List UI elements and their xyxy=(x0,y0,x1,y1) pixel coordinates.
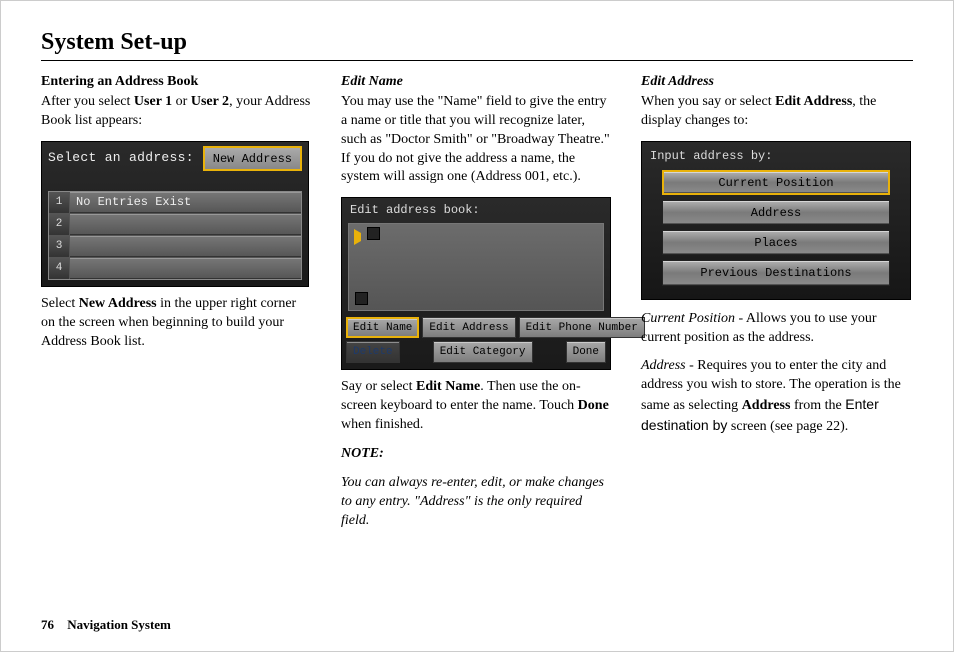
address-button[interactable]: Address xyxy=(662,200,890,225)
ss1-header: Select an address: New Address xyxy=(42,142,308,175)
page-title: System Set-up xyxy=(41,29,913,56)
col1-heading: Entering an Address Book xyxy=(41,73,313,92)
ss1-body: 1 No Entries Exist 2 3 4 xyxy=(42,191,308,286)
note-body: You can always re-enter, edit, or make c… xyxy=(341,474,613,531)
col3-current-position: Current Position - Allows you to use you… xyxy=(641,310,913,348)
col1-intro: After you select User 1 or User 2, your … xyxy=(41,93,313,131)
current-position-button[interactable]: Current Position xyxy=(662,170,890,195)
edit-phone-button[interactable]: Edit Phone Number xyxy=(519,317,645,339)
edit-address-button[interactable]: Edit Address xyxy=(422,317,515,339)
list-item[interactable]: 4 xyxy=(49,257,301,279)
col3-address: Address - Requires you to enter the city… xyxy=(641,357,913,437)
col2-after: Say or select Edit Name. Then use the on… xyxy=(341,378,613,435)
ss2-preview-area xyxy=(348,223,604,311)
list-item[interactable]: 2 xyxy=(49,213,301,235)
edit-name-button[interactable]: Edit Name xyxy=(346,317,419,339)
done-button[interactable]: Done xyxy=(566,341,606,363)
note-heading: NOTE: xyxy=(341,445,613,464)
column-2: Edit Name You may use the "Name" field t… xyxy=(341,73,613,540)
edit-category-button[interactable]: Edit Category xyxy=(433,341,533,363)
address-list: 1 No Entries Exist 2 3 4 xyxy=(48,191,302,280)
column-3: Edit Address When you say or select Edit… xyxy=(641,73,913,540)
list-item[interactable]: 3 xyxy=(49,235,301,257)
no-entries-label: No Entries Exist xyxy=(70,192,301,213)
columns: Entering an Address Book After you selec… xyxy=(41,73,913,540)
previous-destinations-button[interactable]: Previous Destinations xyxy=(662,260,890,285)
ss2-button-bar: Edit Name Edit Address Edit Phone Number… xyxy=(342,315,610,370)
col2-body: You may use the "Name" field to give the… xyxy=(341,93,613,187)
col2-heading: Edit Name xyxy=(341,73,613,92)
ss1-title: Select an address: xyxy=(48,149,194,167)
footer-title: Navigation System xyxy=(67,617,171,632)
ss2-title: Edit address book: xyxy=(342,198,610,220)
page-number: 76 xyxy=(41,617,54,632)
list-item[interactable]: 1 No Entries Exist xyxy=(49,192,301,213)
page-footer: 76 Navigation System xyxy=(41,617,171,633)
delete-button[interactable]: Delete xyxy=(346,341,400,363)
new-address-button[interactable]: New Address xyxy=(203,146,302,171)
screenshot-edit-address-book: Edit address book: Edit Name Edit Addres… xyxy=(341,197,611,370)
col1-after: Select New Address in the upper right co… xyxy=(41,295,313,352)
ss3-title: Input address by: xyxy=(650,148,902,164)
manual-page: System Set-up Entering an Address Book A… xyxy=(0,0,954,652)
column-1: Entering an Address Book After you selec… xyxy=(41,73,313,540)
screenshot-select-address: Select an address: New Address 1 No Entr… xyxy=(41,141,309,287)
title-rule xyxy=(41,60,913,61)
col3-intro: When you say or select Edit Address, the… xyxy=(641,93,913,131)
col3-heading: Edit Address xyxy=(641,73,913,92)
screenshot-input-address-by: Input address by: Current Position Addre… xyxy=(641,141,911,300)
places-button[interactable]: Places xyxy=(662,230,890,255)
home-icon xyxy=(367,227,380,240)
category-icon xyxy=(355,292,368,305)
